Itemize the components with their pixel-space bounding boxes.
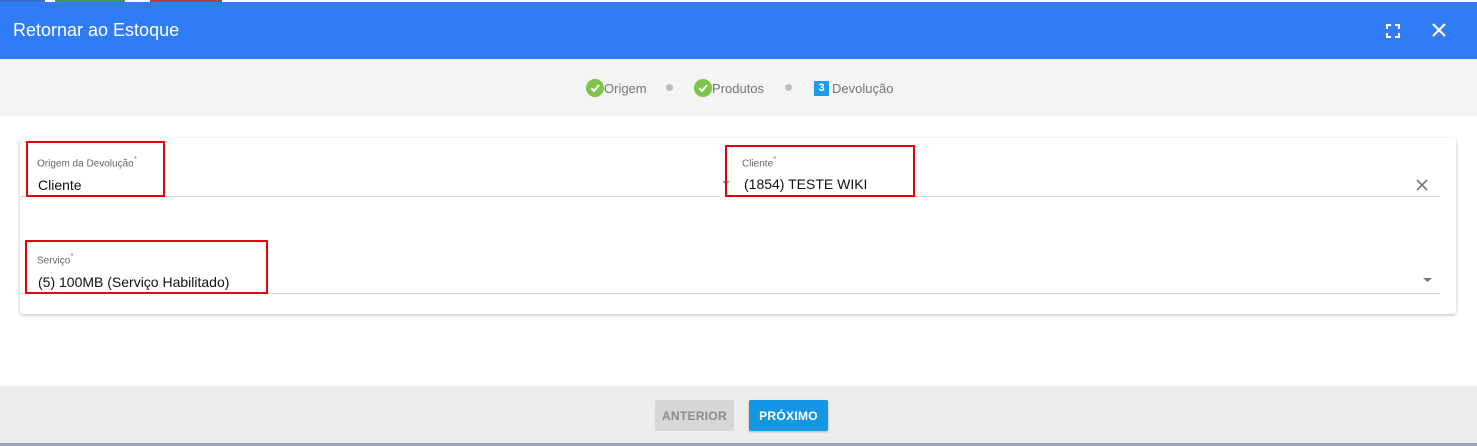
step-label: Origem <box>604 80 647 96</box>
step-label: Devolução <box>832 80 894 96</box>
fullscreen-icon <box>1386 24 1400 38</box>
step-separator <box>666 84 673 91</box>
close-icon <box>1432 23 1446 37</box>
step-produtos: Produtos <box>694 79 764 97</box>
anterior-button[interactable]: ANTERIOR <box>655 400 734 431</box>
stepper: Origem Produtos 3 Devolução <box>0 59 1477 116</box>
step-number: 3 <box>814 80 829 96</box>
step-separator <box>785 84 792 91</box>
clear-cliente-button[interactable] <box>1414 177 1430 193</box>
step-origem: Origem <box>586 79 647 97</box>
check-circle-icon <box>586 79 604 97</box>
dialog-header: Retornar ao Estoque <box>0 2 1477 59</box>
caret-down-icon[interactable] <box>1423 277 1432 283</box>
proximo-button[interactable]: PRÓXIMO <box>749 400 828 431</box>
highlight-box-origem <box>26 141 165 197</box>
check-circle-icon <box>694 79 712 97</box>
close-dialog-button[interactable] <box>1428 19 1450 41</box>
dialog-footer: ANTERIOR PRÓXIMO <box>0 386 1477 443</box>
step-devolucao: 3 Devolução <box>814 79 893 97</box>
step-label: Produtos <box>712 80 765 96</box>
dialog-title: Retornar ao Estoque <box>13 20 180 40</box>
close-icon <box>1416 179 1428 191</box>
fullscreen-button[interactable] <box>1383 21 1403 41</box>
highlight-box-cliente <box>725 145 915 197</box>
highlight-box-servico <box>25 240 268 294</box>
